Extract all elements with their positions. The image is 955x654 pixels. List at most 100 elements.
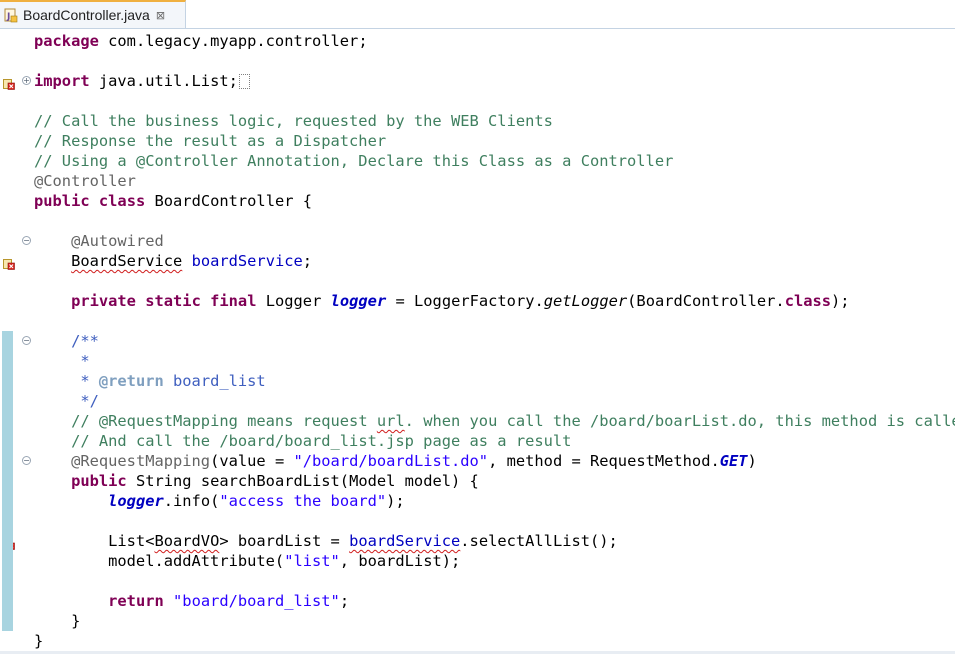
code-token: (value =	[210, 452, 294, 470]
code-line[interactable]	[34, 571, 954, 591]
code-token: )	[747, 452, 757, 470]
code-line[interactable]: import java.util.List;	[34, 71, 954, 91]
code-line[interactable]: // Using a @Controller Annotation, Decla…	[34, 151, 954, 171]
code-line[interactable]: BoardService boardService;	[34, 251, 954, 271]
collapse-fold-icon[interactable]: −	[22, 456, 31, 465]
code-token: }	[34, 612, 81, 630]
code-line[interactable]: // And call the /board/board_list.jsp pa…	[34, 431, 954, 451]
code-line[interactable]: @Controller	[34, 171, 954, 191]
code-token: ;	[339, 592, 350, 610]
code-token: > boardList =	[219, 532, 350, 550]
tab-boardcontroller-java[interactable]: J BoardController.java ⊠	[0, 0, 186, 28]
code-line[interactable]: }	[34, 611, 954, 631]
code-line[interactable]: }	[34, 631, 954, 651]
code-token: getLogger	[543, 292, 628, 310]
code-editor[interactable]: package com.legacy.myapp.controller; imp…	[34, 31, 955, 651]
code-line[interactable]: *	[34, 351, 954, 371]
code-line[interactable]	[34, 51, 954, 71]
code-token: (BoardController.	[627, 292, 785, 310]
code-token: public	[34, 192, 90, 210]
code-token: // Response the result as a Dispatcher	[34, 132, 387, 150]
code-token: return	[108, 592, 164, 610]
code-token: logger	[108, 492, 164, 510]
code-token: @Autowired	[71, 232, 164, 250]
code-line[interactable]: List<BoardVO> boardList = boardService.s…	[34, 531, 954, 551]
code-line[interactable]: public String searchBoardList(Model mode…	[34, 471, 954, 491]
code-line[interactable]: logger.info("access the board");	[34, 491, 954, 511]
code-line[interactable]: // Call the business logic, requested by…	[34, 111, 954, 131]
code-line[interactable]: public class BoardController {	[34, 191, 954, 211]
code-token: /**	[71, 332, 99, 350]
code-token: "/board/boardList.do"	[293, 452, 489, 470]
code-token: = LoggerFactory.	[386, 292, 544, 310]
code-token: com.legacy.myapp.controller;	[98, 32, 368, 50]
code-line[interactable]: model.addAttribute("list", boardList);	[34, 551, 954, 571]
code-token: boardService	[349, 532, 461, 550]
code-token: static	[145, 292, 201, 310]
folded-region-icon[interactable]	[238, 74, 250, 89]
close-icon[interactable]: ⊠	[156, 9, 165, 22]
code-token: "board/board_list"	[173, 592, 340, 610]
code-token: @Controller	[34, 172, 136, 190]
code-token: BoardController {	[145, 192, 313, 210]
code-token: model.addAttribute(	[34, 552, 285, 570]
collapse-fold-icon[interactable]: −	[22, 236, 31, 245]
code-line[interactable]: // Response the result as a Dispatcher	[34, 131, 954, 151]
collapse-fold-icon[interactable]: −	[22, 336, 31, 345]
code-line[interactable]: package com.legacy.myapp.controller;	[34, 31, 954, 51]
code-token: private	[71, 292, 136, 310]
code-token: java.util.List;	[89, 72, 238, 90]
code-token: String searchBoardList(Model model) {	[126, 472, 479, 490]
code-token: .selectAllList();	[460, 532, 618, 550]
code-line[interactable]: */	[34, 391, 954, 411]
code-token: logger	[330, 292, 387, 310]
code-token: */	[34, 392, 99, 410]
code-token: );	[386, 492, 405, 510]
code-token: BoardService	[71, 252, 183, 270]
editor-ruler	[0, 29, 16, 654]
code-token: .info(	[163, 492, 220, 510]
code-token: // And call the /board/board_list.jsp pa…	[71, 432, 572, 450]
svg-text:J: J	[6, 12, 10, 22]
code-token: boardService	[191, 252, 303, 270]
code-line[interactable]: * @return board_list	[34, 371, 954, 391]
code-line[interactable]: @Autowired	[34, 231, 954, 251]
code-line[interactable]	[34, 511, 954, 531]
code-token: import	[34, 72, 90, 90]
code-token: @return	[98, 372, 164, 390]
code-token: *	[34, 352, 90, 370]
code-line[interactable]: private static final Logger logger = Log…	[34, 291, 954, 311]
code-token: class	[784, 292, 832, 310]
code-token: url	[376, 412, 405, 430]
warning-marker-icon[interactable]	[3, 75, 15, 90]
code-line[interactable]	[34, 271, 954, 291]
code-token: , boardList);	[339, 552, 461, 570]
code-line[interactable]	[34, 211, 954, 231]
code-line[interactable]: /**	[34, 331, 954, 351]
code-line[interactable]: return "board/board_list";	[34, 591, 954, 611]
error-marker-icon[interactable]	[3, 255, 15, 270]
code-line[interactable]	[34, 311, 954, 331]
expand-fold-icon[interactable]: +	[22, 76, 31, 85]
code-token: "access the board"	[219, 492, 387, 510]
code-token: *	[34, 372, 99, 390]
code-token: "list"	[284, 552, 340, 570]
code-line[interactable]	[34, 91, 954, 111]
code-token: board_list	[163, 372, 266, 390]
code-token: public	[71, 472, 127, 490]
editor-tab-bar: J BoardController.java ⊠	[0, 0, 955, 29]
code-token: package	[34, 32, 99, 50]
code-line[interactable]: // @RequestMapping means request url. wh…	[34, 411, 955, 431]
code-line[interactable]: @RequestMapping(value = "/board/boardLis…	[34, 451, 954, 471]
